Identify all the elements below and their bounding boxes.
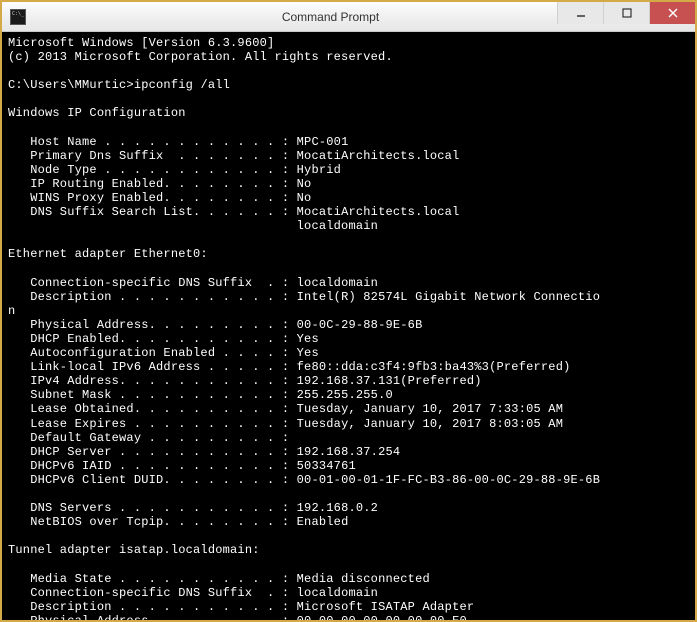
ipv4-label: IPv4 Address. . . . . . . . . . . : — [8, 374, 297, 388]
minimize-button[interactable] — [557, 2, 603, 24]
close-button[interactable] — [649, 2, 695, 24]
autoconfig-value: Yes — [297, 346, 319, 360]
node-type-label: Node Type . . . . . . . . . . . . : — [8, 163, 297, 177]
link-local-ipv6-value: fe80::dda:c3f4:9fb3:ba43%3(Preferred) — [297, 360, 571, 374]
lease-obtained-label: Lease Obtained. . . . . . . . . . : — [8, 402, 297, 416]
cmd-icon — [10, 9, 26, 25]
header-line2: (c) 2013 Microsoft Corporation. All righ… — [8, 50, 393, 64]
conn-dns-label: Connection-specific DNS Suffix . : — [8, 276, 297, 290]
primary-dns-label: Primary Dns Suffix . . . . . . . : — [8, 149, 297, 163]
dns-servers-value: 192.168.0.2 — [297, 501, 378, 515]
command-prompt-window: Command Prompt Microsoft Windows [Versio… — [0, 0, 697, 622]
link-local-ipv6-label: Link-local IPv6 Address . . . . . : — [8, 360, 297, 374]
ip-routing-value: No — [297, 177, 312, 191]
physical-addr-value: 00-0C-29-88-9E-6B — [297, 318, 423, 332]
autoconfig-label: Autoconfiguration Enabled . . . . : — [8, 346, 297, 360]
dns-suffix-list-label: DNS Suffix Search List. . . . . . : — [8, 205, 297, 219]
dhcp-server-value: 192.168.37.254 — [297, 445, 401, 459]
wins-proxy-value: No — [297, 191, 312, 205]
media-state-value: Media disconnected — [297, 572, 430, 586]
maximize-button[interactable] — [603, 2, 649, 24]
gateway-label: Default Gateway . . . . . . . . . : — [8, 431, 297, 445]
dhcpv6-duid-label: DHCPv6 Client DUID. . . . . . . . : — [8, 473, 297, 487]
description-label: Description . . . . . . . . . . . : — [8, 600, 297, 614]
dhcp-server-label: DHCP Server . . . . . . . . . . . : — [8, 445, 297, 459]
lease-expires-value: Tuesday, January 10, 2017 8:03:05 AM — [297, 417, 563, 431]
conn-dns-label: Connection-specific DNS Suffix . : — [8, 586, 297, 600]
dns-servers-label: DNS Servers . . . . . . . . . . . : — [8, 501, 297, 515]
dhcpv6-iaid-value: 50334761 — [297, 459, 356, 473]
window-controls — [557, 2, 695, 24]
dns-suffix-list-value2: localdomain — [8, 219, 378, 233]
description-label: Description . . . . . . . . . . . : — [8, 290, 297, 304]
host-name-label: Host Name . . . . . . . . . . . . : — [8, 135, 297, 149]
physical-addr-value: 00-00-00-00-00-00-00-E0 — [297, 614, 467, 620]
netbios-label: NetBIOS over Tcpip. . . . . . . . : — [8, 515, 297, 529]
description-wrap: n — [8, 304, 15, 318]
dns-suffix-list-value: MocatiArchitects.local — [297, 205, 460, 219]
prompt: C:\Users\MMurtic> — [8, 78, 134, 92]
titlebar[interactable]: Command Prompt — [2, 2, 695, 32]
wins-proxy-label: WINS Proxy Enabled. . . . . . . . : — [8, 191, 297, 205]
section-heading: Tunnel adapter isatap.localdomain: — [8, 543, 260, 557]
description-value: Microsoft ISATAP Adapter — [297, 600, 475, 614]
section-heading: Windows IP Configuration — [8, 106, 186, 120]
node-type-value: Hybrid — [297, 163, 341, 177]
subnet-value: 255.255.255.0 — [297, 388, 393, 402]
command: ipconfig /all — [134, 78, 230, 92]
ip-routing-label: IP Routing Enabled. . . . . . . . : — [8, 177, 297, 191]
section-heading: Ethernet adapter Ethernet0: — [8, 247, 208, 261]
dhcpv6-duid-value: 00-01-00-01-1F-FC-B3-86-00-0C-29-88-9E-6… — [297, 473, 600, 487]
dhcp-enabled-label: DHCP Enabled. . . . . . . . . . . : — [8, 332, 297, 346]
subnet-label: Subnet Mask . . . . . . . . . . . : — [8, 388, 297, 402]
conn-dns-value: localdomain — [297, 586, 378, 600]
dhcp-enabled-value: Yes — [297, 332, 319, 346]
physical-addr-label: Physical Address. . . . . . . . . : — [8, 318, 297, 332]
header-line1: Microsoft Windows [Version 6.3.9600] — [8, 36, 274, 50]
netbios-value: Enabled — [297, 515, 349, 529]
media-state-label: Media State . . . . . . . . . . . : — [8, 572, 297, 586]
terminal-output[interactable]: Microsoft Windows [Version 6.3.9600] (c)… — [2, 32, 695, 620]
primary-dns-value: MocatiArchitects.local — [297, 149, 460, 163]
physical-addr-label: Physical Address. . . . . . . . . : — [8, 614, 297, 620]
lease-obtained-value: Tuesday, January 10, 2017 7:33:05 AM — [297, 402, 563, 416]
host-name-value: MPC-001 — [297, 135, 349, 149]
conn-dns-value: localdomain — [297, 276, 378, 290]
lease-expires-label: Lease Expires . . . . . . . . . . : — [8, 417, 297, 431]
dhcpv6-iaid-label: DHCPv6 IAID . . . . . . . . . . . : — [8, 459, 297, 473]
ipv4-value: 192.168.37.131(Preferred) — [297, 374, 482, 388]
description-value: Intel(R) 82574L Gigabit Network Connecti… — [297, 290, 600, 304]
